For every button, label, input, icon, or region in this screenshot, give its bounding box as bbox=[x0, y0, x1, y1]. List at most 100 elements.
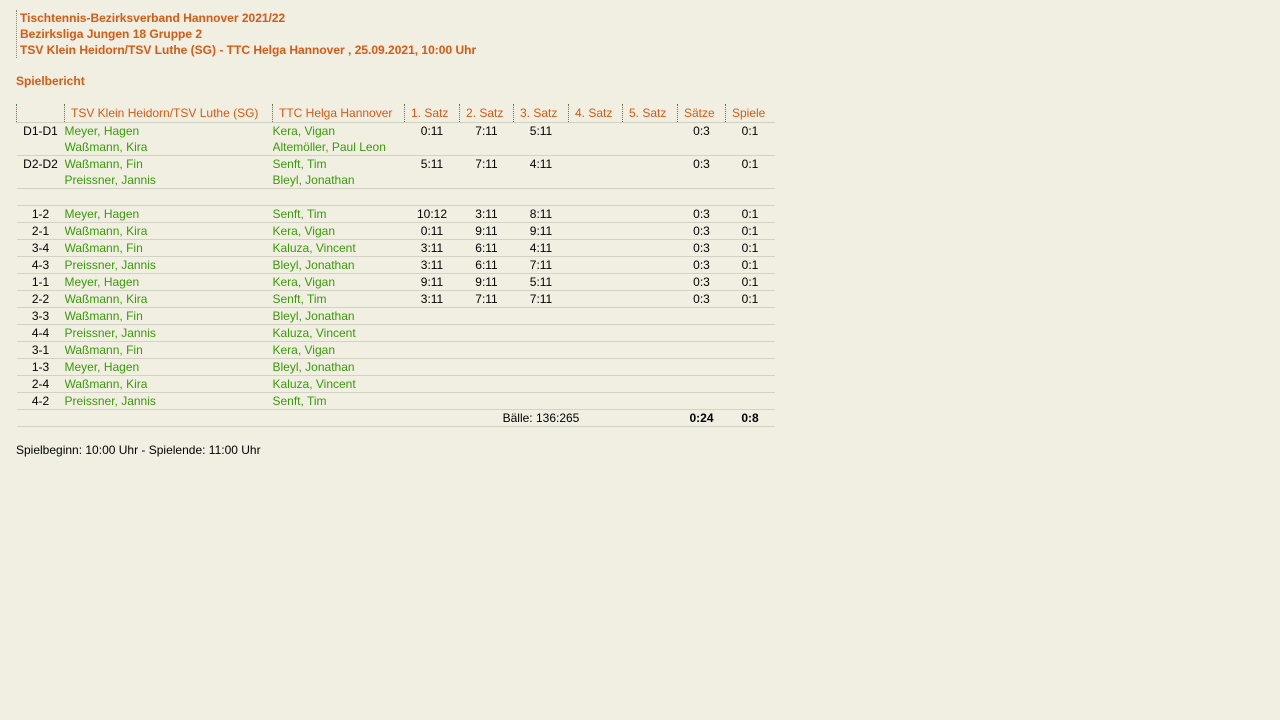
set-score-4 bbox=[568, 324, 623, 342]
empty-cell bbox=[460, 172, 514, 189]
balls-total: Bälle: 136:265 bbox=[404, 409, 678, 427]
set-score-3: 9:11 bbox=[513, 222, 569, 240]
table-row: 1-1 Meyer, Hagen Kera, Vigan 9:11 9:11 5:11 0:… bbox=[16, 273, 775, 291]
table-body: D1-D1 Meyer, Hagen Kera, Vigan 0:11 7:11 5:11… bbox=[16, 122, 775, 427]
sets-result bbox=[677, 375, 726, 393]
empty-cell bbox=[64, 188, 273, 206]
guest-player-link[interactable]: Kaluza, Vincent bbox=[272, 324, 405, 342]
empty-cell bbox=[459, 188, 514, 206]
col-guest-team[interactable]: TTC Helga Hannover bbox=[272, 104, 405, 123]
sets-result bbox=[677, 341, 726, 359]
guest-player-link[interactable]: Senft, Tim bbox=[272, 155, 405, 172]
guest-player-link[interactable]: Senft, Tim bbox=[272, 392, 405, 410]
empty-cell bbox=[16, 188, 65, 206]
set-score-5 bbox=[622, 324, 678, 342]
col-home-team[interactable]: TSV Klein Heidorn/TSV Luthe (SG) bbox=[64, 104, 273, 123]
sets-total: 0:24 bbox=[677, 409, 726, 427]
guest-player-link[interactable]: Bleyl, Jonathan bbox=[273, 172, 405, 189]
games-result: 0:1 bbox=[725, 256, 775, 274]
table-row: 3-3 Waßmann, Fin Bleyl, Jonathan bbox=[16, 307, 775, 325]
home-player-link[interactable]: Meyer, Hagen bbox=[64, 122, 273, 139]
set-score-2: 6:11 bbox=[459, 256, 514, 274]
set-score-1 bbox=[404, 392, 460, 410]
match-number-empty bbox=[17, 172, 65, 189]
guest-player-link[interactable]: Bleyl, Jonathan bbox=[272, 358, 405, 376]
set-score-3 bbox=[513, 375, 569, 393]
set-score-2 bbox=[459, 375, 514, 393]
col-set-5: 5. Satz bbox=[622, 104, 678, 123]
home-player-link[interactable]: Waßmann, Fin bbox=[64, 239, 273, 257]
guest-player-link[interactable]: Senft, Tim bbox=[272, 290, 405, 308]
guest-player-link[interactable]: Kera, Vigan bbox=[272, 122, 405, 139]
match-number: 3-4 bbox=[16, 239, 65, 257]
set-score-4 bbox=[568, 392, 623, 410]
home-player-link[interactable]: Waßmann, Kira bbox=[64, 222, 273, 240]
set-score-2 bbox=[459, 392, 514, 410]
guest-player-link[interactable]: Senft, Tim bbox=[272, 205, 405, 223]
guest-player-link[interactable]: Bleyl, Jonathan bbox=[272, 256, 405, 274]
set-score-2 bbox=[459, 307, 514, 325]
home-player-link[interactable]: Waßmann, Fin bbox=[64, 341, 273, 359]
set-score-2: 3:11 bbox=[459, 205, 514, 223]
table-row: Preissner, Jannis Bleyl, Jonathan bbox=[17, 172, 775, 189]
set-score-3: 4:11 bbox=[513, 239, 569, 257]
sets-result: 0:3 bbox=[677, 122, 726, 139]
set-score-4 bbox=[568, 205, 623, 223]
set-score-2: 9:11 bbox=[459, 273, 514, 291]
guest-player-link[interactable]: Altemöller, Paul Leon bbox=[273, 139, 405, 156]
set-score-1: 0:11 bbox=[404, 222, 460, 240]
set-score-1 bbox=[404, 324, 460, 342]
match-number: 2-1 bbox=[16, 222, 65, 240]
games-result: 0:1 bbox=[725, 155, 775, 172]
home-player-link[interactable]: Meyer, Hagen bbox=[64, 358, 273, 376]
match-number: 1-1 bbox=[16, 273, 65, 291]
home-player-link[interactable]: Waßmann, Kira bbox=[64, 375, 273, 393]
set-score-3 bbox=[513, 341, 569, 359]
table-row: 2-2 Waßmann, Kira Senft, Tim 3:11 7:11 7:11 0:… bbox=[16, 290, 775, 308]
empty-cell bbox=[514, 172, 569, 189]
guest-player-link[interactable]: Kera, Vigan bbox=[272, 341, 405, 359]
league-title: Bezirksliga Jungen 18 Gruppe 2 bbox=[20, 27, 203, 41]
guest-player-link[interactable]: Kera, Vigan bbox=[272, 273, 405, 291]
set-score-3: 8:11 bbox=[513, 205, 569, 223]
empty-cell bbox=[726, 172, 775, 189]
home-player-link[interactable]: Waßmann, Kira bbox=[64, 290, 273, 308]
empty-cell bbox=[678, 172, 726, 189]
set-score-4 bbox=[568, 122, 623, 139]
home-player-link[interactable]: Waßmann, Fin bbox=[64, 155, 273, 172]
games-result: 0:1 bbox=[725, 273, 775, 291]
table-row: 1-2 Meyer, Hagen Senft, Tim 10:12 3:11 8:11 0:… bbox=[16, 205, 775, 223]
guest-player-link[interactable]: Bleyl, Jonathan bbox=[272, 307, 405, 325]
games-result bbox=[725, 392, 775, 410]
home-player-link[interactable]: Preissner, Jannis bbox=[65, 172, 273, 189]
games-result bbox=[725, 341, 775, 359]
sets-result: 0:3 bbox=[677, 239, 726, 257]
home-player-link[interactable]: Preissner, Jannis bbox=[64, 256, 273, 274]
home-player-link[interactable]: Waßmann, Fin bbox=[64, 307, 273, 325]
guest-player-link[interactable]: Kera, Vigan bbox=[272, 222, 405, 240]
col-nr bbox=[16, 104, 65, 123]
table-row: Waßmann, Kira Altemöller, Paul Leon bbox=[17, 139, 775, 156]
set-score-2 bbox=[459, 358, 514, 376]
home-player-link[interactable]: Preissner, Jannis bbox=[64, 392, 273, 410]
set-score-2: 7:11 bbox=[459, 155, 514, 172]
set-score-5 bbox=[622, 290, 678, 308]
set-score-3 bbox=[513, 307, 569, 325]
home-player-link[interactable]: Meyer, Hagen bbox=[64, 273, 273, 291]
games-result: 0:1 bbox=[725, 239, 775, 257]
set-score-1: 10:12 bbox=[404, 205, 460, 223]
guest-player-link[interactable]: Kaluza, Vincent bbox=[272, 375, 405, 393]
sets-result: 0:3 bbox=[677, 256, 726, 274]
empty-cell bbox=[677, 188, 726, 206]
match-report-table: TSV Klein Heidorn/TSV Luthe (SG) TTC Hel… bbox=[16, 104, 775, 427]
games-result bbox=[725, 375, 775, 393]
set-score-1: 5:11 bbox=[404, 155, 460, 172]
home-player-link[interactable]: Waßmann, Kira bbox=[65, 139, 273, 156]
home-player-link[interactable]: Preissner, Jannis bbox=[64, 324, 273, 342]
guest-player-link[interactable]: Kaluza, Vincent bbox=[272, 239, 405, 257]
set-score-2: 7:11 bbox=[459, 290, 514, 308]
match-number: 1-2 bbox=[16, 205, 65, 223]
home-player-link[interactable]: Meyer, Hagen bbox=[64, 205, 273, 223]
set-score-1: 0:11 bbox=[404, 122, 460, 139]
set-score-2: 6:11 bbox=[459, 239, 514, 257]
